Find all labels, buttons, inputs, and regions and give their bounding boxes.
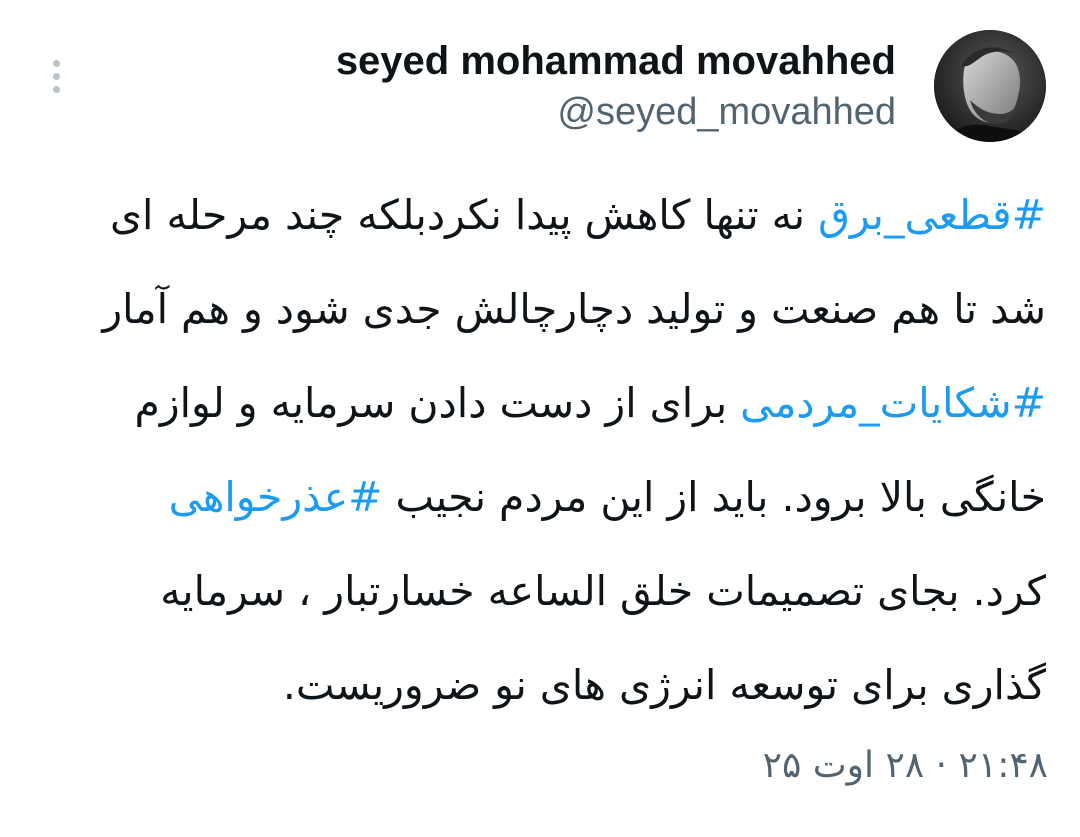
author-info[interactable]: seyed mohammad movahhed @seyed_movahhed — [336, 38, 896, 136]
author-handle[interactable]: @seyed_movahhed — [336, 88, 896, 136]
more-vertical-icon — [52, 59, 60, 67]
tweet-text-segment: خانگی بالا برود. باید از این مردم نجیب — [382, 473, 1046, 521]
hashtag-link[interactable]: #عذرخواهی — [169, 473, 383, 521]
tweet-card: seyed mohammad movahhed @seyed_movahhed … — [0, 0, 1080, 837]
tweet-text-line: #شکایات_مردمی برای از دست دادن سرمایه و … — [34, 356, 1046, 450]
tweet-text-segment: کرد. بجای تصمیمات خلق الساعه خسارتبار ، … — [160, 567, 1046, 615]
tweet-text-segment: گذاری برای توسعه انرژی های نو ضروریست. — [282, 661, 1046, 709]
tweet-text-line: کرد. بجای تصمیمات خلق الساعه خسارتبار ، … — [34, 544, 1046, 638]
more-vertical-icon-dot — [52, 72, 60, 80]
hashtag-link[interactable]: #قطعی_برق — [818, 191, 1046, 239]
more-options-button[interactable] — [38, 52, 74, 100]
tweet-text-segment: نه تنها کاهش پیدا نکردبلکه چند مرحله ای — [109, 191, 819, 239]
tweet-text-line: #قطعی_برق نه تنها کاهش پیدا نکردبلکه چند… — [34, 168, 1046, 262]
tweet-text-line: گذاری برای توسعه انرژی های نو ضروریست. — [34, 638, 1046, 732]
tweet-text-line: خانگی بالا برود. باید از این مردم نجیب #… — [34, 450, 1046, 544]
tweet-text: #قطعی_برق نه تنها کاهش پیدا نکردبلکه چند… — [34, 168, 1046, 732]
author-display-name[interactable]: seyed mohammad movahhed — [336, 38, 896, 84]
tweet-text-segment: برای از دست دادن سرمایه و لوازم — [134, 379, 741, 427]
avatar-image — [934, 30, 1046, 142]
tweet-text-segment: شد تا هم صنعت و تولید دچارچالش جدی شود و… — [102, 285, 1046, 333]
avatar[interactable] — [934, 30, 1046, 142]
tweet-timestamp[interactable]: ۲۱:۴۸ · ۲۸ اوت ۲۵ — [763, 742, 1048, 790]
hashtag-link[interactable]: #شکایات_مردمی — [740, 379, 1046, 427]
tweet-text-line: شد تا هم صنعت و تولید دچارچالش جدی شود و… — [34, 262, 1046, 356]
more-vertical-icon-dot — [52, 85, 60, 93]
